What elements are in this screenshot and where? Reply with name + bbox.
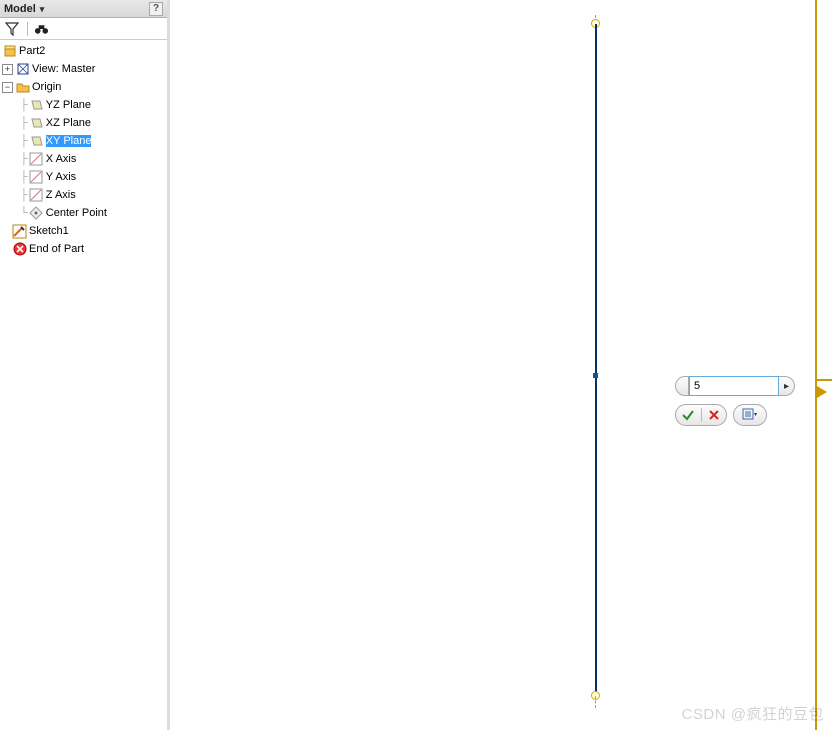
panel-header[interactable]: Model ? bbox=[0, 0, 167, 18]
tree-sketch[interactable]: Sketch1 bbox=[0, 222, 167, 240]
plane-icon bbox=[29, 116, 44, 131]
x-icon bbox=[708, 409, 720, 421]
tree-root-part[interactable]: Part2 bbox=[0, 42, 167, 60]
folder-icon bbox=[15, 80, 30, 95]
tree-label: View: Master bbox=[32, 63, 95, 75]
tree-center-point[interactable]: └ Center Point bbox=[0, 204, 167, 222]
part-icon bbox=[2, 44, 17, 59]
confirm-cancel-group bbox=[675, 404, 727, 426]
dimension-input-popup: ▸ bbox=[675, 376, 795, 396]
model-tree: Part2 + View: Master − Origin ├ YZ Plane… bbox=[0, 40, 167, 260]
mini-toolbar bbox=[675, 404, 767, 426]
axis-icon bbox=[29, 152, 44, 167]
expander-icon[interactable]: − bbox=[2, 82, 13, 93]
watermark-text: CSDN @疯狂的豆包 bbox=[682, 703, 824, 724]
tree-origin-node[interactable]: − Origin bbox=[0, 78, 167, 96]
cancel-button[interactable] bbox=[702, 405, 727, 425]
tree-twig: ├ bbox=[20, 99, 28, 111]
tree-label: Part2 bbox=[19, 45, 45, 57]
check-icon bbox=[681, 408, 695, 422]
tree-yz-plane[interactable]: ├ YZ Plane bbox=[0, 96, 167, 114]
view-icon bbox=[15, 62, 30, 77]
sketch-line-extension-bottom bbox=[595, 696, 596, 708]
toolbar-separator bbox=[27, 22, 28, 36]
browser-toolbar bbox=[0, 18, 167, 40]
tree-label: End of Part bbox=[29, 243, 84, 255]
filter-icon[interactable] bbox=[4, 21, 19, 36]
list-options-icon bbox=[742, 408, 758, 422]
reference-axis-line bbox=[815, 0, 817, 730]
spinner-button[interactable]: ▸ bbox=[779, 376, 795, 396]
sketch-icon bbox=[12, 224, 27, 239]
tree-z-axis[interactable]: ├ Z Axis bbox=[0, 186, 167, 204]
tree-label-selected: XY Plane bbox=[46, 135, 92, 147]
tree-twig: ├ bbox=[20, 135, 28, 147]
tree-label: Sketch1 bbox=[29, 225, 69, 237]
tree-label: Y Axis bbox=[46, 171, 76, 183]
dimension-value-input[interactable] bbox=[689, 376, 779, 396]
graphics-viewport[interactable]: ▸ bbox=[173, 0, 832, 730]
tree-xy-plane[interactable]: ├ XY Plane bbox=[0, 132, 167, 150]
panel-title[interactable]: Model bbox=[4, 3, 44, 15]
tree-label: Origin bbox=[32, 81, 61, 93]
axis-icon bbox=[29, 170, 44, 185]
tree-label: XZ Plane bbox=[46, 117, 91, 129]
sketch-midpoint[interactable] bbox=[593, 373, 598, 378]
end-icon bbox=[12, 242, 27, 257]
direction-arrow bbox=[817, 368, 832, 404]
tree-xz-plane[interactable]: ├ XZ Plane bbox=[0, 114, 167, 132]
tree-x-axis[interactable]: ├ X Axis bbox=[0, 150, 167, 168]
tree-twig: ├ bbox=[20, 171, 28, 183]
plane-icon bbox=[29, 98, 44, 113]
tree-label: Center Point bbox=[46, 207, 107, 219]
axis-icon bbox=[29, 188, 44, 203]
tree-end-of-part[interactable]: End of Part bbox=[0, 240, 167, 258]
help-icon[interactable]: ? bbox=[149, 2, 163, 16]
sketch-line[interactable] bbox=[595, 24, 597, 696]
ok-button[interactable] bbox=[676, 405, 701, 425]
tree-twig: ├ bbox=[20, 189, 28, 201]
point-icon bbox=[29, 206, 44, 221]
plane-icon bbox=[29, 134, 44, 149]
tree-twig: ├ bbox=[20, 117, 28, 129]
input-grip[interactable] bbox=[675, 376, 689, 396]
model-browser-panel: Model ? Part2 + View: Master − Origin bbox=[0, 0, 170, 730]
tree-label: YZ Plane bbox=[46, 99, 91, 111]
tree-twig: └ bbox=[20, 207, 28, 219]
tree-label: Z Axis bbox=[46, 189, 76, 201]
tree-y-axis[interactable]: ├ Y Axis bbox=[0, 168, 167, 186]
tree-label: X Axis bbox=[46, 153, 77, 165]
binoculars-icon[interactable] bbox=[34, 21, 49, 36]
tree-view-node[interactable]: + View: Master bbox=[0, 60, 167, 78]
expander-icon[interactable]: + bbox=[2, 64, 13, 75]
arrow-head-icon bbox=[817, 386, 827, 398]
tree-twig: ├ bbox=[20, 153, 28, 165]
options-button[interactable] bbox=[733, 404, 767, 426]
